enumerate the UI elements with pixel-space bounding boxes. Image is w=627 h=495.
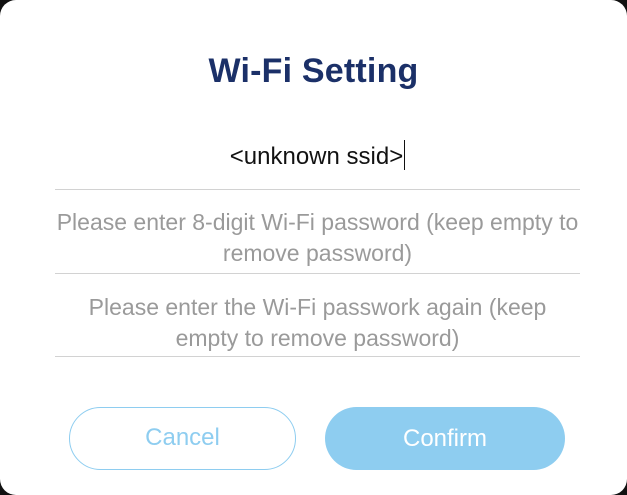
confirm-button[interactable]: Confirm — [325, 407, 565, 470]
password-input[interactable]: Please enter 8-digit Wi-Fi password (kee… — [55, 207, 580, 269]
cancel-button[interactable]: Cancel — [69, 407, 296, 470]
confirm-password-underline — [55, 356, 580, 357]
wifi-setting-dialog: Wi-Fi Setting <unknown ssid> Please ente… — [0, 0, 627, 495]
ssid-input[interactable]: <unknown ssid> — [55, 140, 580, 173]
password-placeholder: Please enter 8-digit Wi-Fi password (kee… — [56, 209, 579, 266]
screen: Wi-Fi Setting <unknown ssid> Please ente… — [0, 0, 627, 495]
ssid-underline — [55, 189, 580, 190]
text-cursor — [404, 140, 406, 170]
dialog-title: Wi-Fi Setting — [208, 52, 419, 90]
confirm-password-placeholder: Please enter the Wi-Fi passwork again (k… — [88, 294, 547, 351]
password-underline — [55, 273, 580, 274]
confirm-password-input[interactable]: Please enter the Wi-Fi passwork again (k… — [55, 292, 580, 354]
ssid-value: <unknown ssid> — [229, 143, 404, 170]
